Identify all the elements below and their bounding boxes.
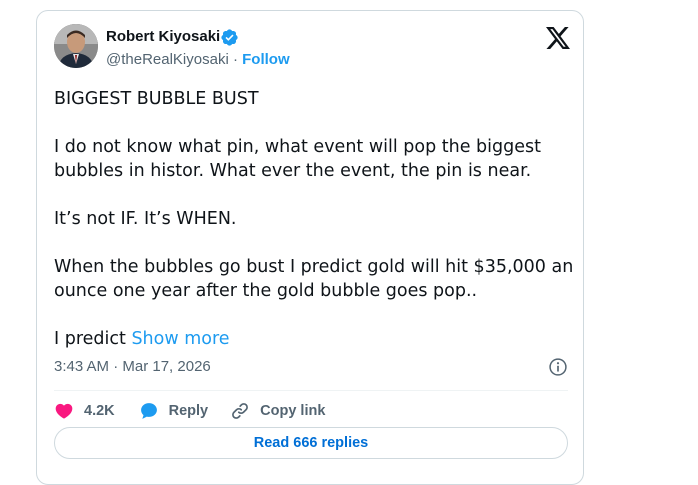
- divider: [54, 390, 568, 391]
- read-replies-button[interactable]: Read 666 replies: [54, 427, 568, 459]
- author-handle[interactable]: @theRealKiyosaki: [106, 51, 229, 68]
- action-bar: 4.2K Reply Copy link: [54, 396, 325, 426]
- verified-badge-icon: [221, 29, 238, 46]
- copy-link-label: Copy link: [260, 403, 326, 419]
- x-logo-icon[interactable]: [546, 27, 570, 49]
- truncated-text: I predict: [54, 329, 132, 349]
- author-name[interactable]: Robert Kiyosaki: [106, 28, 220, 45]
- handle-separator: ·: [228, 51, 243, 68]
- show-more-link[interactable]: Show more: [131, 329, 229, 349]
- tweet-timestamp[interactable]: 3:43 AM · Mar 17, 2026: [54, 358, 211, 375]
- tweet-paragraph: It’s not IF. It’s WHEN.: [54, 209, 237, 229]
- tweet-paragraph-truncated: I predict Show more: [54, 327, 574, 351]
- link-icon: [232, 403, 249, 419]
- reply-label: Reply: [168, 403, 209, 419]
- reply-button[interactable]: Reply: [139, 401, 209, 421]
- copy-link-button[interactable]: Copy link: [230, 401, 325, 421]
- follow-button[interactable]: Follow: [242, 51, 290, 68]
- like-count: 4.2K: [84, 403, 115, 419]
- avatar[interactable]: [54, 24, 98, 68]
- like-button[interactable]: 4.2K: [54, 401, 115, 421]
- tweet-paragraph: BIGGEST BUBBLE BUST: [54, 89, 259, 109]
- tweet-paragraph: I do not know what pin, what event will …: [54, 137, 541, 181]
- author-handle-line: @theRealKiyosaki · Follow: [106, 51, 290, 68]
- tweet-text: BIGGEST BUBBLE BUST I do not know what p…: [54, 87, 574, 375]
- tweet-paragraph: When the bubbles go bust I predict gold …: [54, 257, 574, 301]
- avatar-portrait-icon: [54, 24, 98, 68]
- speech-bubble-icon: [140, 403, 157, 419]
- heart-icon: [55, 403, 73, 419]
- tweet-card: Robert Kiyosaki @theRealKiyosaki · Follo…: [36, 10, 584, 485]
- info-icon[interactable]: [548, 357, 568, 377]
